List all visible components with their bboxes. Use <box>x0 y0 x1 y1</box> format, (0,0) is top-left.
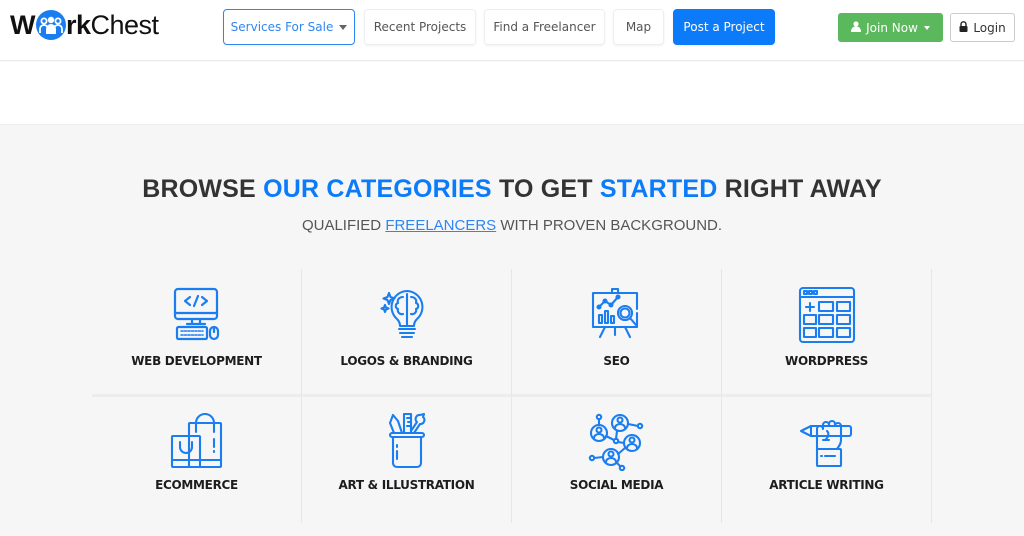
category-logos-branding[interactable]: LOGOS & BRANDING <box>302 269 512 397</box>
headline-part: TO GET <box>491 175 600 203</box>
category-article-writing[interactable]: ARTICLE WRITING <box>722 397 932 523</box>
find-freelancer-button[interactable]: Find a Freelancer <box>484 9 605 45</box>
pencil-cup-icon <box>388 412 425 469</box>
category-web-development[interactable]: WEB DEVELOPMENT <box>92 269 302 397</box>
recent-projects-button[interactable]: Recent Projects <box>364 9 476 45</box>
login-label: Login <box>973 20 1006 35</box>
section-headline: BROWSE OUR CATEGORIES TO GET STARTED RIG… <box>0 175 1024 204</box>
computer-code-icon <box>173 287 219 341</box>
headline-highlight: OUR CATEGORIES <box>263 175 492 203</box>
logo-text-rk: rk <box>65 9 91 40</box>
services-for-sale-dropdown[interactable]: Services For Sale <box>223 9 355 45</box>
join-now-label: Join Now <box>866 20 918 35</box>
sub-prefix: QUALIFIED <box>301 217 386 234</box>
category-ecommerce[interactable]: ECOMMERCE <box>92 397 302 523</box>
caret-down-icon <box>923 25 930 30</box>
headline-part: BROWSE <box>142 175 264 203</box>
logo-text-chest: Chest <box>90 9 160 40</box>
presentation-magnifier-icon <box>591 287 638 339</box>
category-label: LOGOS & BRANDING <box>340 354 473 368</box>
category-label: ARTICLE WRITING <box>769 478 884 492</box>
category-label: WEB DEVELOPMENT <box>131 354 262 368</box>
section-subheadline: QUALIFIED FREELANCERS WITH PROVEN BACKGR… <box>0 217 1024 234</box>
top-navbar: W rk Chest Services For Sale Recent Proj… <box>0 0 1024 61</box>
category-art-illustration[interactable]: ART & ILLUSTRATION <box>302 397 512 523</box>
category-label: SEO <box>603 354 630 368</box>
login-button[interactable]: Login <box>950 13 1015 42</box>
headline-highlight: STARTED <box>599 175 718 203</box>
lock-icon <box>959 20 968 35</box>
category-label: SOCIAL MEDIA <box>569 478 664 492</box>
category-label: ECOMMERCE <box>155 478 238 492</box>
category-wordpress[interactable]: WORDPRESS <box>722 269 932 397</box>
people-network-icon <box>588 413 643 471</box>
hand-pen-icon <box>799 420 852 468</box>
shopping-bags-icon <box>170 412 222 469</box>
freelancers-link[interactable]: FREELANCERS <box>385 217 496 234</box>
user-icon <box>851 20 862 35</box>
category-label: ART & ILLUSTRATION <box>338 478 475 492</box>
join-now-dropdown[interactable]: Join Now <box>838 13 943 42</box>
website-grid-icon <box>798 286 855 344</box>
services-label: Services For Sale <box>230 20 334 34</box>
category-seo[interactable]: SEO <box>512 269 722 397</box>
category-social-media[interactable]: SOCIAL MEDIA <box>512 397 722 523</box>
logo-text-w: W <box>10 9 35 40</box>
categories-grid: WEB DEVELOPMENT LOGOS & BRANDING SEO WOR… <box>92 269 932 523</box>
banner-area <box>0 62 1024 125</box>
map-button[interactable]: Map <box>613 9 664 45</box>
people-icon <box>35 10 66 40</box>
post-project-button[interactable]: Post a Project <box>673 9 775 45</box>
headline-part: RIGHT AWAY <box>717 175 882 203</box>
category-label: WORDPRESS <box>785 354 868 368</box>
brain-bulb-icon <box>379 289 423 339</box>
workchest-logo[interactable]: W rk Chest <box>10 9 159 41</box>
caret-down-icon <box>339 24 348 30</box>
sub-suffix: WITH PROVEN BACKGROUND. <box>496 217 723 234</box>
